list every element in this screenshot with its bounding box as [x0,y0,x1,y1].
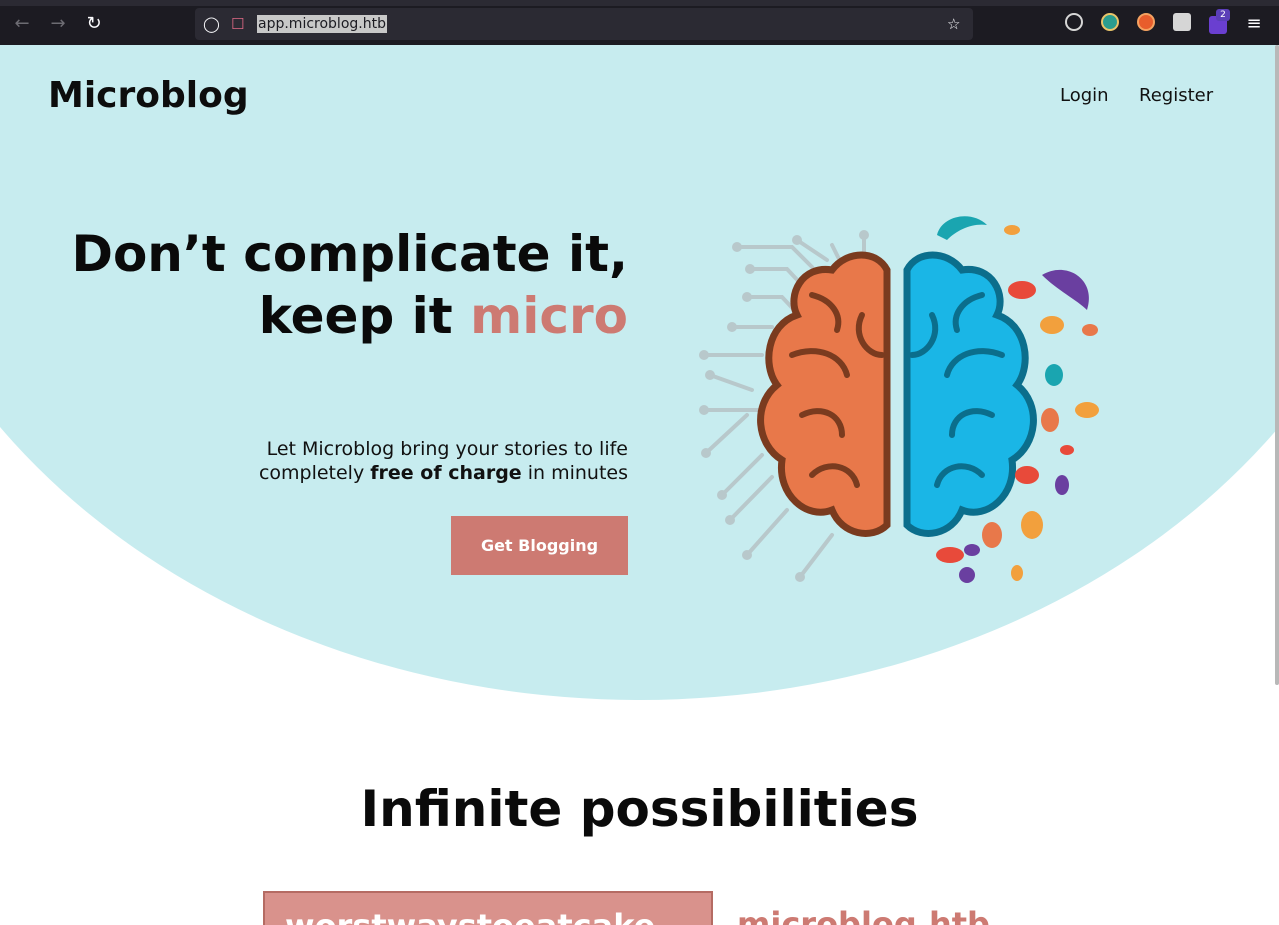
headline-line2: keep it [258,287,471,345]
site-logo[interactable]: Microblog [48,75,249,116]
menu-icon[interactable]: ≡ [1242,12,1266,36]
lock-icon[interactable]: ☐ [231,16,244,32]
login-link[interactable]: Login [1060,85,1109,106]
address-bar[interactable]: ◯ ☐ app.microblog.htb ☆ [195,8,973,40]
extension-badge: 2 [1216,9,1230,21]
headline-line1: Don’t complicate it, [71,225,628,283]
hero-subtitle: Let Microblog bring your stories to life… [108,437,628,485]
subtitle-bold: free of charge [370,462,522,484]
hero-headline: Don’t complicate it, keep it micro [68,223,628,347]
url-text[interactable]: app.microblog.htb [257,15,387,33]
get-blogging-button[interactable]: Get Blogging [451,516,628,575]
back-icon[interactable]: ← [10,12,34,36]
blog-card[interactable]: microblog.htb [737,905,990,925]
subtitle-line2-pre: completely [258,462,371,484]
star-icon[interactable]: ☆ [947,16,960,32]
glasses-icon[interactable] [1101,13,1119,31]
brain-icon [699,216,1099,583]
section-title: Infinite possibilities [360,780,919,838]
scrollbar[interactable] [1275,45,1279,685]
subtitle-line1: Let Microblog bring your stories to life [266,438,628,460]
blog-card[interactable]: worstwaystoeatcake [263,891,713,925]
page: Microblog Login Register Don’t complicat… [0,45,1279,925]
cards-icon[interactable] [1173,13,1191,31]
subtitle-line2-post: in minutes [521,462,628,484]
shield-icon[interactable]: ◯ [203,16,220,32]
browser-toolbar: ← → ↻ ◯ ☐ app.microblog.htb ☆ 2 ≡ [0,0,1279,45]
tab-strip [0,0,1279,6]
fox-icon[interactable] [1137,13,1155,31]
headline-accent: micro [470,287,628,345]
register-link[interactable]: Register [1139,85,1213,106]
forward-icon[interactable]: → [46,12,70,36]
cookie-icon[interactable] [1065,13,1083,31]
reload-icon[interactable]: ↻ [82,12,106,36]
